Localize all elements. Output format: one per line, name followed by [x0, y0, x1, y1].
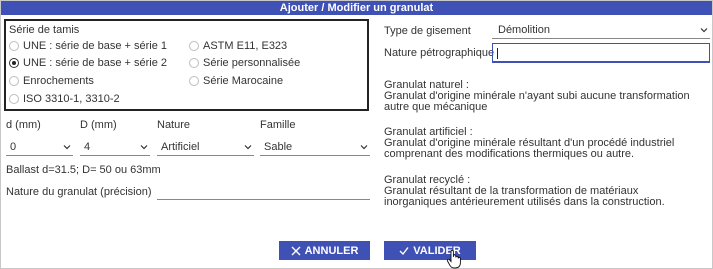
d-value: 0 [10, 141, 17, 153]
nature-value: Artificiel [161, 141, 200, 153]
D-select[interactable]: 4 [80, 138, 150, 156]
radio-checked-icon [9, 58, 19, 68]
nature-granulat-input[interactable] [157, 182, 370, 200]
radio-astm[interactable]: ASTM E11, E323 [189, 40, 287, 52]
radio-moroccan-series[interactable]: Série Marocaine [189, 75, 283, 87]
radio-unchecked-icon [189, 58, 199, 68]
artificiel-description: Granulat artificiel : Granulat d'origine… [384, 127, 702, 160]
recycle-description: Granulat recyclé : Granulat résultant de… [384, 175, 702, 208]
radio-iso-3310[interactable]: ISO 3310-1, 3310-2 [9, 93, 120, 105]
radio-enrochements[interactable]: Enrochements [9, 75, 94, 87]
nature-granulat-label: Nature du granulat (précision) [6, 186, 152, 198]
type-gisement-value: Démolition [498, 24, 550, 36]
nature-petro-label: Nature pétrographique [384, 47, 495, 59]
chevron-down-icon [700, 26, 708, 34]
radio-label: Série personnalisée [203, 57, 301, 69]
naturel-text: Granulat d'origine minérale n'ayant subi… [384, 90, 690, 113]
type-gisement-select[interactable]: Démolition [492, 21, 710, 39]
radio-unchecked-icon [189, 41, 199, 51]
radio-label: Enrochements [23, 75, 94, 87]
D-label: D (mm) [80, 119, 117, 131]
radio-label: Série Marocaine [203, 75, 284, 87]
radio-unchecked-icon [9, 41, 19, 51]
radio-label: ISO 3310-1, 3310-2 [23, 93, 120, 105]
chevron-down-icon [140, 143, 148, 151]
radio-unchecked-icon [9, 76, 19, 86]
nature-label: Nature [157, 119, 191, 131]
radio-une-series-1[interactable]: UNE : série de base + série 1 [9, 40, 167, 52]
famille-label: Famille [260, 119, 296, 131]
D-value: 4 [84, 141, 91, 153]
radio-unchecked-icon [9, 94, 19, 104]
ballast-note: Ballast d=31.5; D= 50 ou 63mm [6, 164, 161, 176]
nature-select[interactable]: Artificiel [157, 138, 254, 156]
close-icon [291, 246, 301, 256]
hand-cursor-icon [446, 249, 462, 269]
naturel-description: Granulat naturel : Granulat d'origine mi… [384, 80, 702, 113]
nature-petro-input[interactable] [492, 43, 710, 63]
recycle-text: Granulat résultant de la transformation … [384, 185, 665, 208]
type-gisement-label: Type de gisement [384, 25, 471, 37]
cancel-button[interactable]: ANNULER [279, 241, 370, 260]
add-edit-aggregate-dialog: Ajouter / Modifier un granulat Série de … [0, 0, 713, 269]
d-label: d (mm) [6, 119, 41, 131]
dialog-title: Ajouter / Modifier un granulat [1, 1, 712, 15]
cancel-label: ANNULER [304, 244, 359, 257]
radio-label: UNE : série de base + série 2 [23, 57, 167, 69]
radio-label: ASTM E11, E323 [203, 40, 288, 52]
artificiel-text: Granulat d'origine minérale résultant d'… [384, 137, 675, 160]
text-caret [497, 48, 498, 59]
check-icon [399, 246, 409, 256]
radio-custom-series[interactable]: Série personnalisée [189, 57, 300, 69]
radio-label: UNE : série de base + série 1 [23, 40, 167, 52]
validate-button[interactable]: VALIDER [384, 241, 476, 260]
radio-unchecked-icon [189, 76, 199, 86]
chevron-down-icon [63, 143, 71, 151]
famille-select[interactable]: Sable [260, 138, 370, 156]
sieve-series-title: Série de tamis [9, 24, 80, 36]
famille-value: Sable [264, 141, 293, 153]
sieve-series-group: Série de tamis UNE : série de base + sér… [4, 19, 369, 111]
d-select[interactable]: 0 [6, 138, 73, 156]
chevron-down-icon [360, 143, 368, 151]
radio-une-series-2[interactable]: UNE : série de base + série 2 [9, 57, 167, 69]
chevron-down-icon [244, 143, 252, 151]
